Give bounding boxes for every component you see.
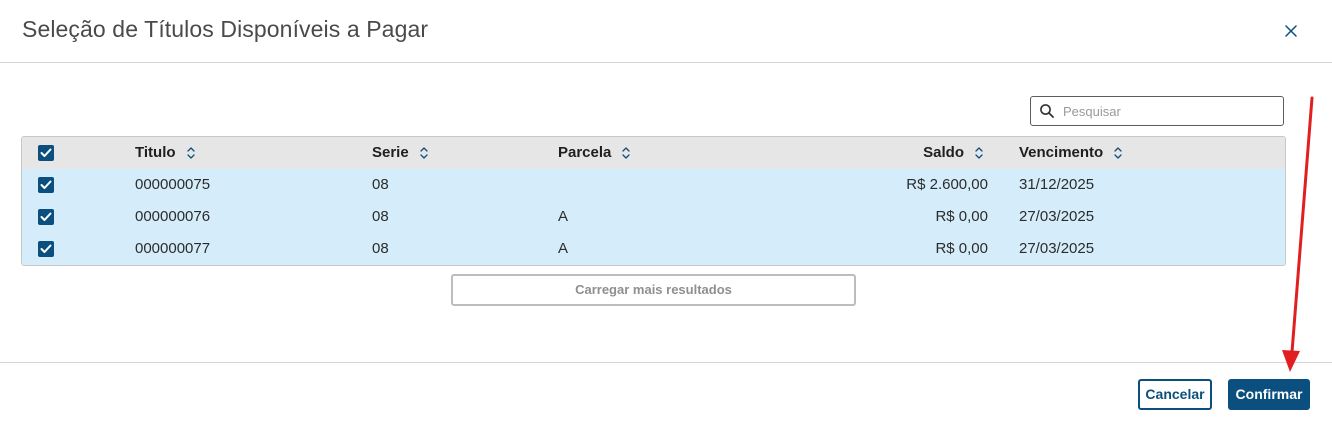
modal-header: Seleção de Títulos Disponíveis a Pagar — [0, 0, 1332, 63]
cell-titulo: 000000076 — [135, 208, 211, 225]
titles-table: Titulo Serie Parcela Saldo Vencimento 00… — [21, 136, 1286, 266]
cancel-button[interactable]: Cancelar — [1138, 379, 1212, 410]
check-icon — [40, 212, 52, 221]
select-all-checkbox[interactable] — [38, 145, 54, 161]
modal-dialog: Seleção de Títulos Disponíveis a Pagar P… — [0, 0, 1332, 425]
check-icon — [40, 244, 52, 253]
sort-icon[interactable] — [974, 146, 984, 160]
confirm-button[interactable]: Confirmar — [1228, 379, 1310, 410]
column-label-serie: Serie — [372, 144, 409, 161]
column-header-serie[interactable]: Serie — [372, 137, 429, 169]
row-checkbox[interactable] — [38, 177, 54, 193]
search-input[interactable] — [1063, 103, 1263, 119]
column-header-parcela[interactable]: Parcela — [558, 137, 631, 169]
cell-saldo: R$ 2.600,00 — [906, 176, 988, 193]
row-checkbox[interactable] — [38, 209, 54, 225]
check-icon — [40, 148, 52, 157]
cell-vencimento: 27/03/2025 — [1019, 208, 1095, 225]
column-label-parcela: Parcela — [558, 144, 612, 161]
cell-serie: 08 — [372, 208, 389, 225]
column-label-vencimento: Vencimento — [1019, 144, 1104, 161]
table-row[interactable]: 000000075 08 R$ 2.600,00 31/12/2025 — [22, 169, 1285, 201]
cell-parcela: A — [558, 208, 569, 225]
load-more-button[interactable]: Carregar mais resultados — [451, 274, 856, 306]
column-header-titulo[interactable]: Titulo — [135, 137, 196, 169]
sort-icon[interactable] — [621, 146, 631, 160]
table-row[interactable]: 000000076 08 A R$ 0,00 27/03/2025 — [22, 201, 1285, 233]
column-label-saldo: Saldo — [923, 144, 964, 161]
close-button[interactable] — [1280, 20, 1302, 42]
table-row[interactable]: 000000077 08 A R$ 0,00 27/03/2025 — [22, 233, 1285, 265]
check-icon — [40, 180, 52, 189]
cell-saldo: R$ 0,00 — [935, 208, 988, 225]
column-header-vencimento[interactable]: Vencimento — [1019, 137, 1123, 169]
sort-icon[interactable] — [419, 146, 429, 160]
search-field[interactable] — [1030, 96, 1284, 126]
cell-titulo: 000000077 — [135, 240, 211, 257]
column-label-titulo: Titulo — [135, 144, 176, 161]
table-header: Titulo Serie Parcela Saldo Vencimento — [22, 137, 1285, 169]
close-icon — [1285, 25, 1297, 37]
search-icon — [1039, 103, 1055, 119]
cell-serie: 08 — [372, 240, 389, 257]
sort-icon[interactable] — [186, 146, 196, 160]
modal-footer: Cancelar Confirmar — [0, 362, 1332, 425]
cell-vencimento: 31/12/2025 — [1019, 176, 1095, 193]
cell-titulo: 000000075 — [135, 176, 211, 193]
cell-serie: 08 — [372, 176, 389, 193]
column-header-saldo[interactable]: Saldo — [852, 137, 984, 169]
cell-vencimento: 27/03/2025 — [1019, 240, 1095, 257]
cell-parcela: A — [558, 240, 569, 257]
sort-icon[interactable] — [1113, 146, 1123, 160]
row-checkbox[interactable] — [38, 241, 54, 257]
dialog-title: Seleção de Títulos Disponíveis a Pagar — [22, 16, 429, 42]
cell-saldo: R$ 0,00 — [935, 240, 988, 257]
